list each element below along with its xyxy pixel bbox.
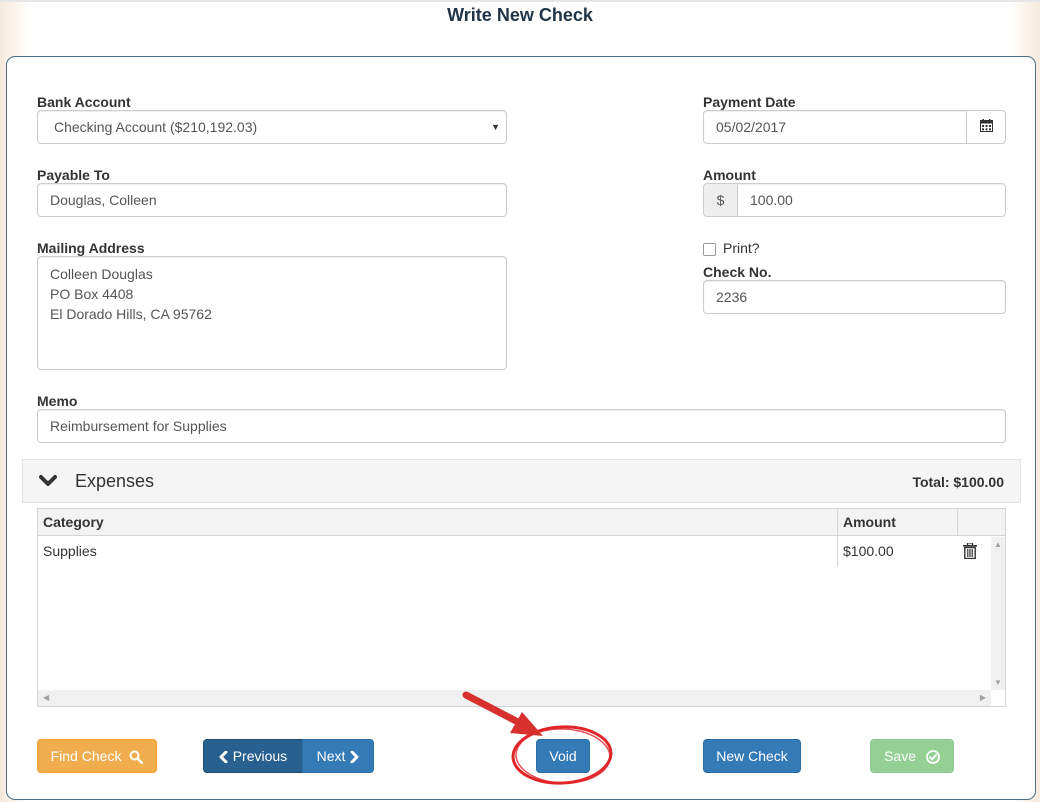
address-line-3: El Dorado Hills, CA 95762 [50, 306, 212, 322]
scroll-right-icon[interactable]: ▶ [980, 693, 986, 702]
payable-to-label: Payable To [37, 167, 110, 183]
bank-account-label: Bank Account [37, 94, 131, 110]
previous-label: Previous [232, 748, 288, 764]
amount-value: 100.00 [750, 192, 793, 208]
amount-label: Amount [703, 167, 756, 183]
expenses-total: Total: $100.00 [912, 474, 1004, 490]
expenses-title: Expenses [75, 471, 155, 491]
save-button[interactable]: Save [870, 739, 954, 773]
expenses-header[interactable]: Expenses Total: $100.00 [22, 459, 1021, 503]
next-button[interactable]: Next [302, 739, 374, 773]
mailing-address-label: Mailing Address [37, 240, 145, 256]
horizontal-scrollbar[interactable]: ◀ ▶ [38, 690, 991, 706]
expenses-grid: Category Amount Supplies $100.00 ▲ ▼ ◀ ▶ [37, 508, 1006, 707]
calendar-button[interactable] [966, 110, 1006, 144]
payment-date-label: Payment Date [703, 94, 796, 110]
new-check-button[interactable]: New Check [703, 739, 801, 773]
column-header-amount[interactable]: Amount [838, 509, 958, 536]
memo-label: Memo [37, 393, 78, 409]
payable-to-input[interactable]: Douglas, Colleen [37, 183, 507, 217]
new-check-label: New Check [716, 748, 788, 764]
check-no-label: Check No. [703, 264, 772, 280]
memo-value: Reimbursement for Supplies [50, 418, 227, 434]
chevron-down-icon[interactable] [39, 472, 57, 490]
column-divider [957, 509, 958, 536]
save-label: Save [884, 748, 917, 764]
address-line-1: Colleen Douglas [50, 266, 153, 282]
table-row[interactable]: Supplies $100.00 [38, 537, 991, 568]
currency-addon: $ [703, 183, 738, 217]
bank-account-select[interactable]: Checking Account ($210,192.03) ▼ [37, 110, 507, 144]
chevron-right-icon [350, 750, 359, 764]
next-label: Next [316, 748, 346, 764]
previous-button[interactable]: Previous [203, 739, 303, 773]
search-icon [129, 750, 144, 765]
scroll-left-icon[interactable]: ◀ [43, 693, 49, 702]
vertical-scrollbar[interactable]: ▲ ▼ [991, 537, 1005, 690]
scroll-up-icon[interactable]: ▲ [994, 540, 1002, 549]
find-check-label: Find Check [50, 748, 122, 764]
print-label: Print? [723, 240, 760, 256]
check-no-value: 2236 [716, 289, 748, 305]
caret-down-icon: ▼ [491, 122, 500, 132]
amount-input[interactable]: 100.00 [737, 183, 1006, 217]
scroll-down-icon[interactable]: ▼ [994, 678, 1002, 687]
page-title: Write New Check [447, 5, 593, 25]
check-no-input[interactable]: 2236 [703, 280, 1006, 314]
column-header-category[interactable]: Category [38, 509, 838, 536]
top-divider [0, 0, 1040, 2]
mailing-address-textarea[interactable]: Colleen Douglas PO Box 4408 El Dorado Hi… [37, 256, 507, 370]
payment-date-value: 05/02/2017 [716, 119, 787, 135]
void-label: Void [549, 748, 577, 764]
check-circle-icon [926, 750, 940, 765]
print-checkbox[interactable] [703, 243, 716, 256]
payable-to-value: Douglas, Colleen [50, 192, 157, 208]
find-check-button[interactable]: Find Check [37, 739, 157, 773]
address-line-2: PO Box 4408 [50, 286, 134, 302]
calendar-icon [979, 119, 993, 132]
row-amount[interactable]: $100.00 [838, 537, 958, 568]
memo-input[interactable]: Reimbursement for Supplies [37, 409, 1006, 443]
chevron-left-icon [219, 750, 228, 764]
void-button[interactable]: Void [536, 739, 590, 773]
bank-account-value: Checking Account ($210,192.03) [54, 119, 258, 135]
grid-header-row: Category Amount [38, 509, 1005, 536]
row-category[interactable]: Supplies [38, 537, 838, 568]
payment-date-input[interactable]: 05/02/2017 [703, 110, 968, 144]
trash-icon[interactable] [963, 542, 977, 562]
